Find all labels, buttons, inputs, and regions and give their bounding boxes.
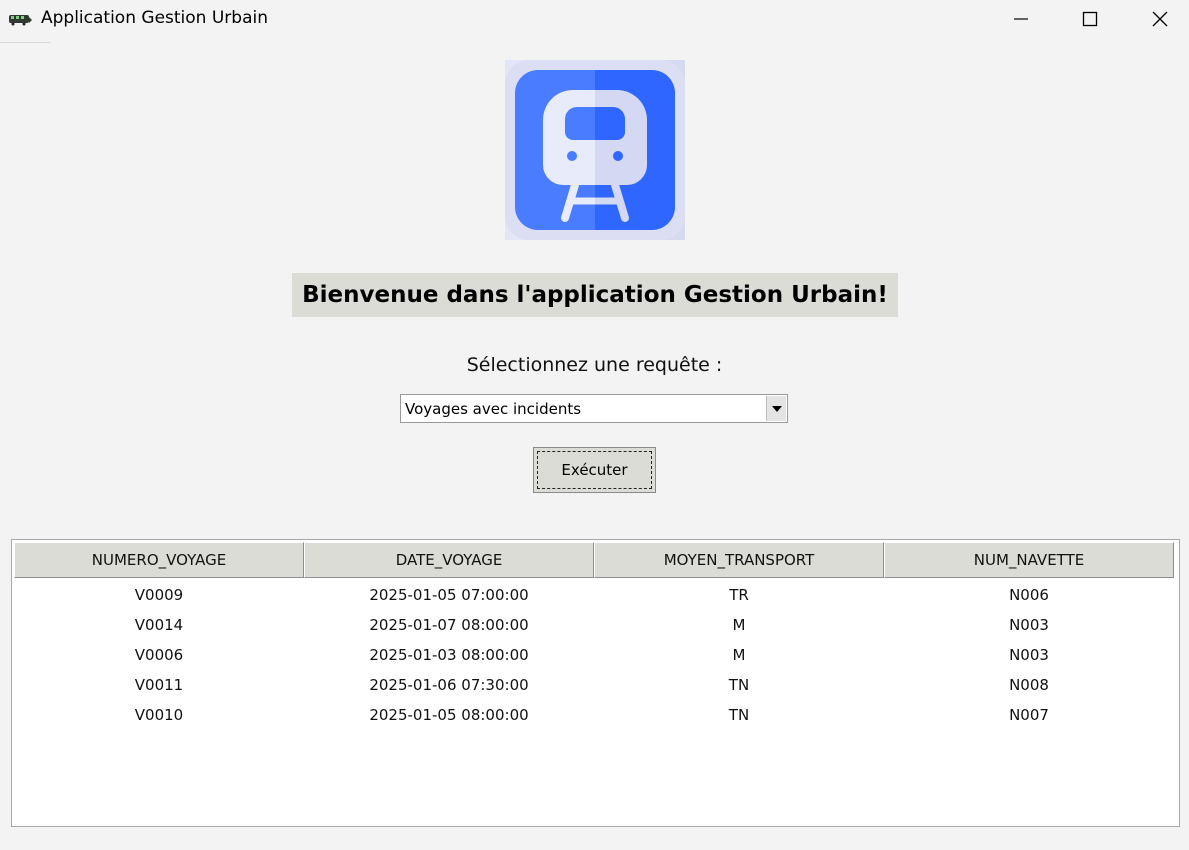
title-divider [0, 42, 50, 43]
table-cell: TN [728, 706, 750, 724]
table-cell: V0010 [134, 706, 184, 724]
chevron-down-icon [771, 405, 782, 412]
table-cell: 2025-01-05 08:00:00 [369, 706, 529, 724]
table-cell: 2025-01-05 07:00:00 [369, 586, 529, 604]
minimize-icon [1014, 18, 1028, 20]
title-bar[interactable]: Application Gestion Urbain [0, 0, 1189, 38]
table-cell: 2025-01-06 07:30:00 [369, 676, 529, 694]
table-cell: N003 [1009, 646, 1049, 664]
table-row[interactable]: V0009 2025-01-05 07:00:00 TR N006 [14, 580, 1174, 610]
maximize-icon [1082, 11, 1098, 27]
execute-button-label: Exécuter [561, 461, 628, 479]
table-cell: V0014 [134, 616, 184, 634]
table-cell: N003 [1009, 616, 1049, 634]
minimize-button[interactable] [998, 0, 1044, 38]
table-row[interactable]: V0010 2025-01-05 08:00:00 TN N007 [14, 700, 1174, 730]
table-cell: M [732, 646, 746, 664]
table-cell: TR [729, 586, 749, 604]
table-cell: V0009 [134, 586, 184, 604]
table-cell: M [732, 616, 746, 634]
table-row[interactable]: V0011 2025-01-06 07:30:00 TN N008 [14, 670, 1174, 700]
close-icon [1152, 11, 1168, 27]
train-icon [9, 15, 32, 26]
table-row[interactable]: V0014 2025-01-07 08:00:00 M N003 [14, 610, 1174, 640]
table-cell: TN [728, 676, 750, 694]
app-window: Application Gestion Urbain Bienvenue dan… [0, 0, 1189, 850]
table-cell: 2025-01-07 08:00:00 [369, 616, 529, 634]
query-select-label: Sélectionnez une requête : [466, 354, 723, 376]
results-table[interactable]: NUMERO_VOYAGE DATE_VOYAGE MOYEN_TRANSPOR… [11, 539, 1180, 827]
welcome-heading: Bienvenue dans l'application Gestion Urb… [292, 273, 898, 317]
table-cell: N008 [1009, 676, 1049, 694]
table-cell: V0011 [134, 676, 184, 694]
window-title: Application Gestion Urbain [41, 8, 268, 28]
table-cell: 2025-01-03 08:00:00 [369, 646, 529, 664]
query-dropdown-value: Voyages avec incidents [405, 400, 582, 418]
execute-button[interactable]: Exécuter [533, 447, 656, 493]
table-body: V0009 2025-01-05 07:00:00 TR N006 V0014 … [14, 580, 1174, 730]
table-cell: V0006 [134, 646, 184, 664]
table-cell: N006 [1009, 586, 1049, 604]
train-front-icon [505, 60, 685, 240]
dropdown-arrow-button[interactable] [766, 396, 786, 421]
maximize-button[interactable] [1067, 0, 1113, 38]
column-header[interactable]: NUMERO_VOYAGE [14, 542, 304, 578]
table-cell: N007 [1009, 706, 1049, 724]
table-header: NUMERO_VOYAGE DATE_VOYAGE MOYEN_TRANSPOR… [14, 542, 1174, 579]
table-row[interactable]: V0006 2025-01-03 08:00:00 M N003 [14, 640, 1174, 670]
close-button[interactable] [1137, 0, 1183, 38]
query-dropdown[interactable]: Voyages avec incidents [400, 394, 788, 423]
column-header[interactable]: DATE_VOYAGE [304, 542, 594, 578]
column-header[interactable]: NUM_NAVETTE [884, 542, 1174, 578]
column-header[interactable]: MOYEN_TRANSPORT [594, 542, 884, 578]
